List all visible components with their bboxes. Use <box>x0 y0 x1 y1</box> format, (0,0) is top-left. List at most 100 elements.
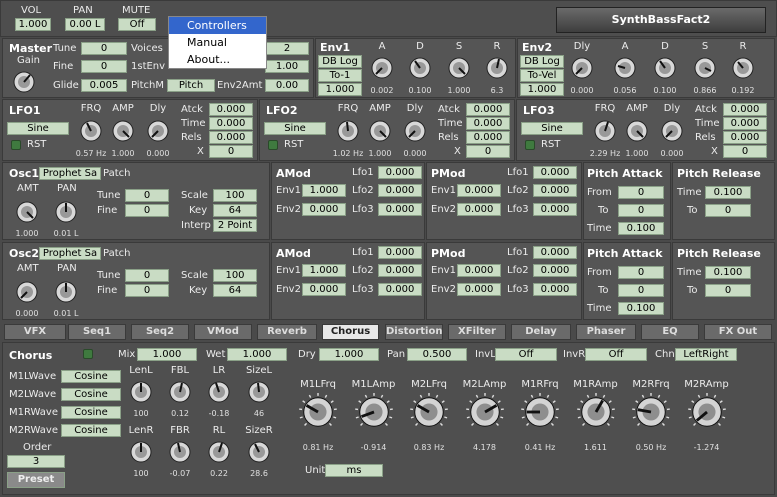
lenl-knob[interactable] <box>130 381 152 403</box>
osc1-pattack-to-field[interactable]: 0 <box>618 204 664 217</box>
osc1-pattack-time-field[interactable]: 0.100 <box>618 222 664 235</box>
lfo3-frq-knob[interactable] <box>594 120 616 142</box>
m2lamp-knob[interactable] <box>465 393 504 431</box>
env2-amount-field[interactable]: 1.000 <box>520 83 564 96</box>
lenr-knob[interactable] <box>130 441 152 463</box>
lfo3-wave-button[interactable]: Sine <box>521 122 583 135</box>
osc2-scale-field[interactable]: 100 <box>213 269 257 282</box>
lfo1-wave-button[interactable]: Sine <box>7 122 69 135</box>
osc2-amod-lfo1-field[interactable]: 0.000 <box>378 246 422 259</box>
m2rfrq-knob[interactable] <box>632 393 670 431</box>
osc1-pmod-env2-field[interactable]: 0.000 <box>457 203 501 216</box>
lfo3-rst-led[interactable] <box>525 140 535 150</box>
osc2-amod-lfo3-field[interactable]: 0.000 <box>378 283 422 296</box>
tab-reverb[interactable]: Reverb <box>257 324 317 340</box>
osc2-amt-knob[interactable] <box>16 281 38 303</box>
osc1-pan-knob[interactable] <box>55 201 77 223</box>
env2-mode-button[interactable]: DB Log <box>520 55 564 68</box>
osc1-pmod-env1-field[interactable]: 0.000 <box>457 184 501 197</box>
tab-xfilter[interactable]: XFilter <box>448 324 506 340</box>
lr-knob[interactable] <box>208 381 230 403</box>
chn-button[interactable]: LeftRight <box>675 348 737 361</box>
fbl-knob[interactable] <box>169 381 191 403</box>
preset-name-button[interactable]: SynthBassFact2 <box>556 7 766 33</box>
osc2-pmod-lfo1-field[interactable]: 0.000 <box>533 246 577 259</box>
lfo1-atck-field[interactable]: 0.000 <box>209 103 253 116</box>
pitchm-button[interactable]: Pitch <box>167 79 215 92</box>
order-field[interactable]: 3 <box>7 455 65 468</box>
osc2-tune-field[interactable]: 0 <box>125 269 169 282</box>
osc2-pmod-lfo2-field[interactable]: 0.000 <box>533 264 577 277</box>
pan-field[interactable]: 0.00 L <box>65 18 105 31</box>
osc1-interp-button[interactable]: 2 Point <box>213 219 257 232</box>
invl-button[interactable]: Off <box>495 348 557 361</box>
lfo2-time-field[interactable]: 0.000 <box>466 117 510 130</box>
lfo2-frq-knob[interactable] <box>337 120 359 142</box>
rl-knob[interactable] <box>208 441 230 463</box>
osc2-pmod-env1-field[interactable]: 0.000 <box>457 264 501 277</box>
lfo3-time-field[interactable]: 0.000 <box>723 117 767 130</box>
osc2-patch-button[interactable]: Prophet Sa <box>39 247 101 260</box>
menu-item-manual[interactable]: Manual <box>169 34 266 51</box>
osc2-pattack-to-field[interactable]: 0 <box>618 284 664 297</box>
sizel-knob[interactable] <box>248 381 270 403</box>
m1ramp-knob[interactable] <box>576 393 615 431</box>
env1-r-knob[interactable] <box>486 57 508 79</box>
osc1-amod-env2-field[interactable]: 0.000 <box>302 203 346 216</box>
lfo1-dly-knob[interactable] <box>147 120 169 142</box>
osc2-pmod-lfo3-field[interactable]: 0.000 <box>533 283 577 296</box>
env1-d-knob[interactable] <box>409 57 431 79</box>
osc1-patch-button[interactable]: Prophet Sa <box>39 167 101 180</box>
env2-a-knob[interactable] <box>614 57 636 79</box>
osc2-key-field[interactable]: 64 <box>213 284 257 297</box>
pan-field[interactable]: 0.500 <box>407 348 467 361</box>
lfo2-dly-knob[interactable] <box>404 120 426 142</box>
lfo2-rels-field[interactable]: 0.000 <box>466 131 510 144</box>
lfo2-wave-button[interactable]: Sine <box>264 122 326 135</box>
voices-field[interactable]: 2 <box>265 42 309 55</box>
m2lwave-button[interactable]: Cosine <box>61 388 121 401</box>
m1lfrq-knob[interactable] <box>299 393 337 431</box>
osc1-pmod-lfo1-field[interactable]: 0.000 <box>533 166 577 179</box>
osc1-pattack-from-field[interactable]: 0 <box>618 186 664 199</box>
osc2-prelease-to-field[interactable]: 0 <box>705 284 751 297</box>
lfo3-rels-field[interactable]: 0.000 <box>723 131 767 144</box>
mute-button[interactable]: Off <box>118 18 156 31</box>
lfo1-rst-led[interactable] <box>11 140 21 150</box>
env2amt-field[interactable]: 0.00 <box>265 79 309 92</box>
mix-field[interactable]: 1.000 <box>137 348 197 361</box>
lfo2-atck-field[interactable]: 0.000 <box>466 103 510 116</box>
osc1-pmod-lfo3-field[interactable]: 0.000 <box>533 203 577 216</box>
tab-delay[interactable]: Delay <box>511 324 571 340</box>
env2-s-knob[interactable] <box>694 57 716 79</box>
env1-mode-button[interactable]: DB Log <box>318 55 362 68</box>
osc1-scale-field[interactable]: 100 <box>213 189 257 202</box>
m1rwave-button[interactable]: Cosine <box>61 406 121 419</box>
env1-amount-field[interactable]: 1.000 <box>318 83 362 96</box>
osc1-key-field[interactable]: 64 <box>213 204 257 217</box>
tab-vmod[interactable]: VMod <box>194 324 252 340</box>
env1-a-knob[interactable] <box>371 57 393 79</box>
tab-seq1[interactable]: Seq1 <box>68 324 126 340</box>
tab-fx-out[interactable]: FX Out <box>704 324 772 340</box>
lfo1-x-field[interactable]: 0 <box>209 145 253 158</box>
m1lwave-button[interactable]: Cosine <box>61 370 121 383</box>
osc1-amod-lfo2-field[interactable]: 0.000 <box>378 184 422 197</box>
menu-item-about[interactable]: About... <box>169 51 266 68</box>
osc2-amod-env1-field[interactable]: 1.000 <box>302 264 346 277</box>
env2-d-knob[interactable] <box>654 57 676 79</box>
glide-field[interactable]: 0.005 <box>81 79 127 92</box>
unit-button[interactable]: ms <box>325 464 383 477</box>
firstenv-field[interactable]: 1.00 <box>265 60 309 73</box>
preset-button[interactable]: Preset <box>7 472 65 488</box>
fbr-knob[interactable] <box>169 441 191 463</box>
env2-dly-knob[interactable] <box>571 57 593 79</box>
lfo1-rels-field[interactable]: 0.000 <box>209 131 253 144</box>
lfo3-atck-field[interactable]: 0.000 <box>723 103 767 116</box>
osc1-prelease-to-field[interactable]: 0 <box>705 204 751 217</box>
osc2-pattack-time-field[interactable]: 0.100 <box>618 302 664 315</box>
osc1-amod-env1-field[interactable]: 1.000 <box>302 184 346 197</box>
lfo3-amp-knob[interactable] <box>626 120 648 142</box>
env2-r-knob[interactable] <box>732 57 754 79</box>
m1rfrq-knob[interactable] <box>521 393 559 431</box>
